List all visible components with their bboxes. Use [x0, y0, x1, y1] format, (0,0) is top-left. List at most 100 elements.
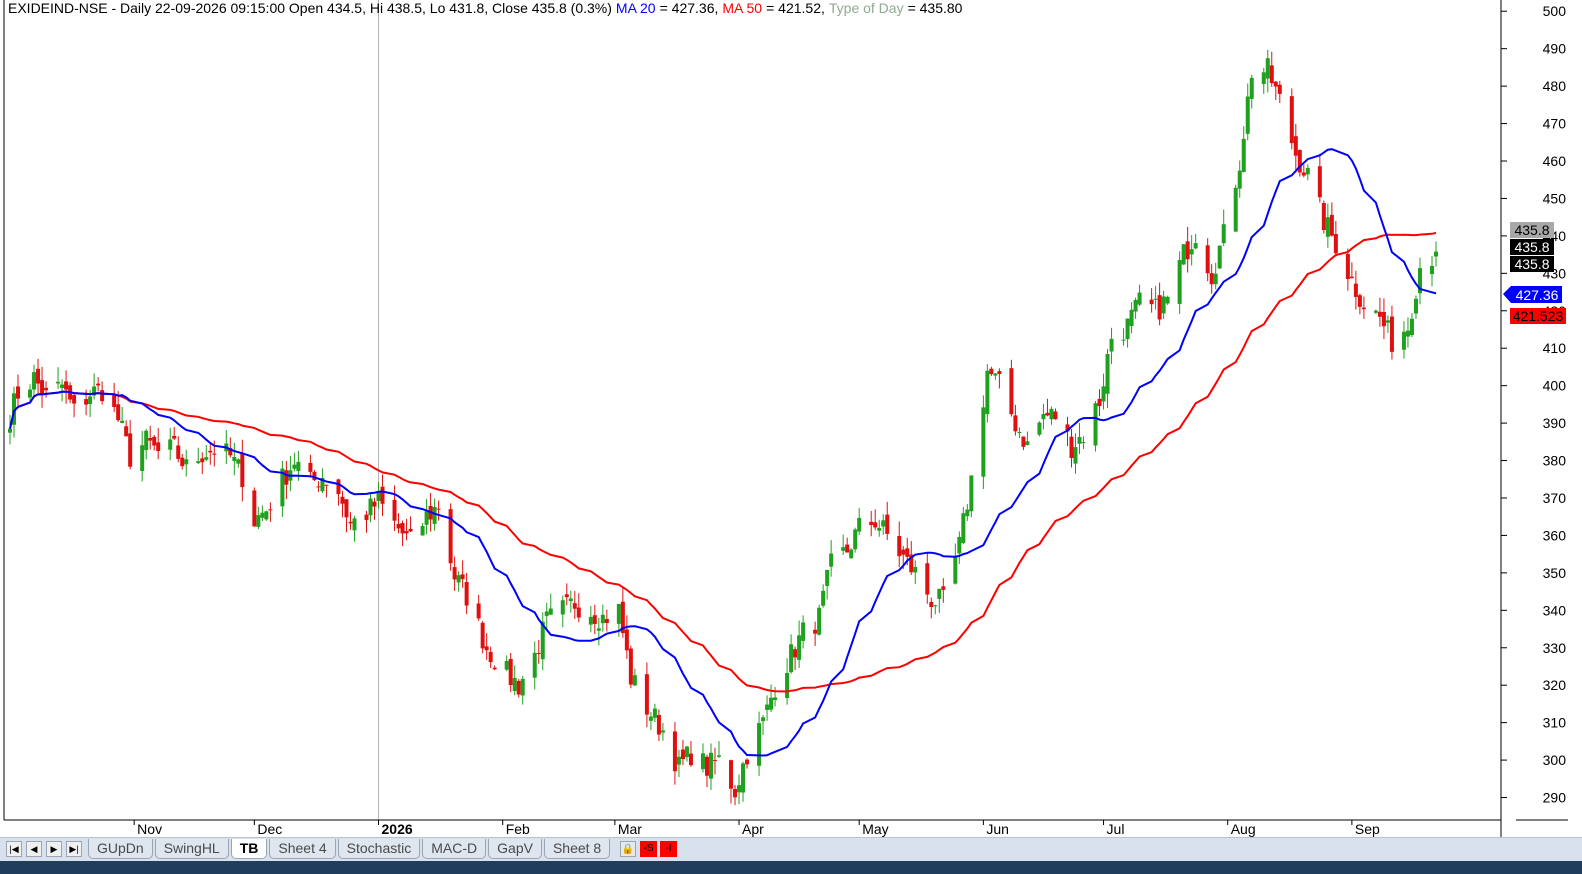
candle: [264, 510, 269, 521]
close-tag-black-2: 435.8: [1514, 256, 1549, 272]
candle-body: [596, 628, 601, 631]
candle-body: [857, 517, 862, 532]
candle-body: [36, 368, 41, 384]
candle-body: [897, 536, 902, 557]
candle-body: [256, 515, 261, 527]
candle-body: [232, 457, 237, 461]
candle-body: [1317, 166, 1322, 198]
candle-body: [1389, 316, 1394, 352]
candle-body: [688, 753, 693, 766]
candle-body: [560, 600, 565, 615]
candle-body: [989, 368, 994, 375]
minus-i-button[interactable]: -I: [660, 841, 677, 857]
sheet-tab-stochastic[interactable]: Stochastic: [337, 839, 421, 859]
sheet-tab-gapv[interactable]: GapV: [488, 839, 542, 859]
candle-body: [172, 435, 177, 439]
candle-body: [761, 717, 766, 722]
candle-body: [200, 458, 205, 463]
candle-body: [324, 484, 329, 486]
candle-body: [1289, 96, 1294, 144]
candle-body: [344, 499, 349, 518]
candle-body: [212, 453, 217, 455]
candle-body: [156, 442, 161, 452]
y-tick-label-410: 410: [1543, 340, 1567, 356]
candle-body: [452, 567, 457, 580]
candle-body: [829, 553, 834, 567]
candle-body: [504, 660, 509, 670]
candle: [252, 487, 257, 527]
candle-body: [420, 525, 425, 536]
candle: [1009, 359, 1014, 417]
candle-body: [456, 575, 461, 583]
candle-body: [1377, 311, 1382, 317]
x-tick-label-jun: Jun: [986, 821, 1009, 837]
candle-body: [849, 549, 854, 559]
next-sheet-icon[interactable]: ▶: [46, 841, 62, 857]
first-sheet-icon[interactable]: |◀: [6, 841, 22, 857]
candle-body: [284, 470, 289, 485]
candle-body: [1233, 187, 1238, 232]
y-tick-label-470: 470: [1543, 116, 1567, 132]
candle-body: [100, 390, 105, 402]
candle-body: [544, 611, 549, 616]
candle-body: [28, 389, 33, 398]
y-tick-label-500: 500: [1543, 3, 1567, 19]
candle-body: [797, 635, 802, 660]
candle-body: [1429, 265, 1434, 275]
candle-body: [1249, 77, 1254, 99]
candle-body: [1381, 311, 1386, 327]
candle-body: [676, 756, 681, 765]
y-tick-label-380: 380: [1543, 453, 1567, 469]
candle-body: [969, 475, 974, 512]
candle-body: [965, 509, 970, 517]
candle-body: [8, 428, 12, 433]
candle: [1289, 88, 1294, 150]
lock-icon[interactable]: 🔒: [620, 841, 636, 857]
sheet-tab-sheet-8[interactable]: Sheet 8: [543, 839, 611, 859]
candle-body: [476, 603, 481, 619]
candle-body: [112, 395, 117, 408]
candle-body: [841, 547, 846, 551]
candle-body: [1045, 412, 1050, 416]
candle-body: [1129, 309, 1134, 327]
candle-body: [716, 755, 721, 757]
candle: [1321, 200, 1326, 234]
candle-body: [1165, 296, 1170, 304]
candle-body: [1245, 96, 1250, 134]
candle-body: [316, 486, 321, 488]
candle-body: [1121, 339, 1126, 341]
candle-body: [396, 523, 401, 529]
candle-body: [941, 586, 946, 590]
candle-body: [588, 616, 593, 625]
candle-body: [648, 716, 653, 721]
candle-body: [680, 749, 685, 759]
candle-body: [1265, 58, 1270, 79]
candle-body: [60, 384, 65, 389]
sheet-tab-gupdn[interactable]: GUpDn: [88, 839, 153, 859]
candle-body: [336, 479, 341, 495]
prev-sheet-icon[interactable]: ◀: [26, 841, 42, 857]
sheet-tab-sheet-4[interactable]: Sheet 4: [269, 839, 336, 859]
sheet-tab-swinghl[interactable]: SwingHL: [154, 839, 229, 859]
x-tick-label-2026: 2026: [382, 821, 413, 837]
candle-body: [380, 486, 385, 504]
candle-body: [492, 667, 497, 670]
candle-body: [372, 501, 377, 507]
candle-body: [340, 496, 345, 504]
sheet-tab-tb[interactable]: TB: [230, 839, 268, 859]
sheet-tab-mac-d[interactable]: MAC-D: [422, 839, 487, 859]
candle: [849, 548, 854, 560]
candle-body: [773, 697, 778, 701]
candle-body: [1217, 245, 1222, 269]
last-sheet-icon[interactable]: ▶|: [66, 841, 82, 857]
candle-body: [348, 521, 353, 524]
candle-body: [508, 658, 513, 686]
candle-body: [1401, 331, 1406, 350]
candle-body: [628, 648, 633, 685]
candle-body: [1209, 273, 1214, 285]
candle-body: [741, 763, 746, 793]
x-tick-label-aug: Aug: [1231, 821, 1256, 837]
minus-s-button[interactable]: -S: [640, 841, 657, 857]
candle-body: [929, 601, 934, 607]
candle-body: [913, 566, 918, 573]
